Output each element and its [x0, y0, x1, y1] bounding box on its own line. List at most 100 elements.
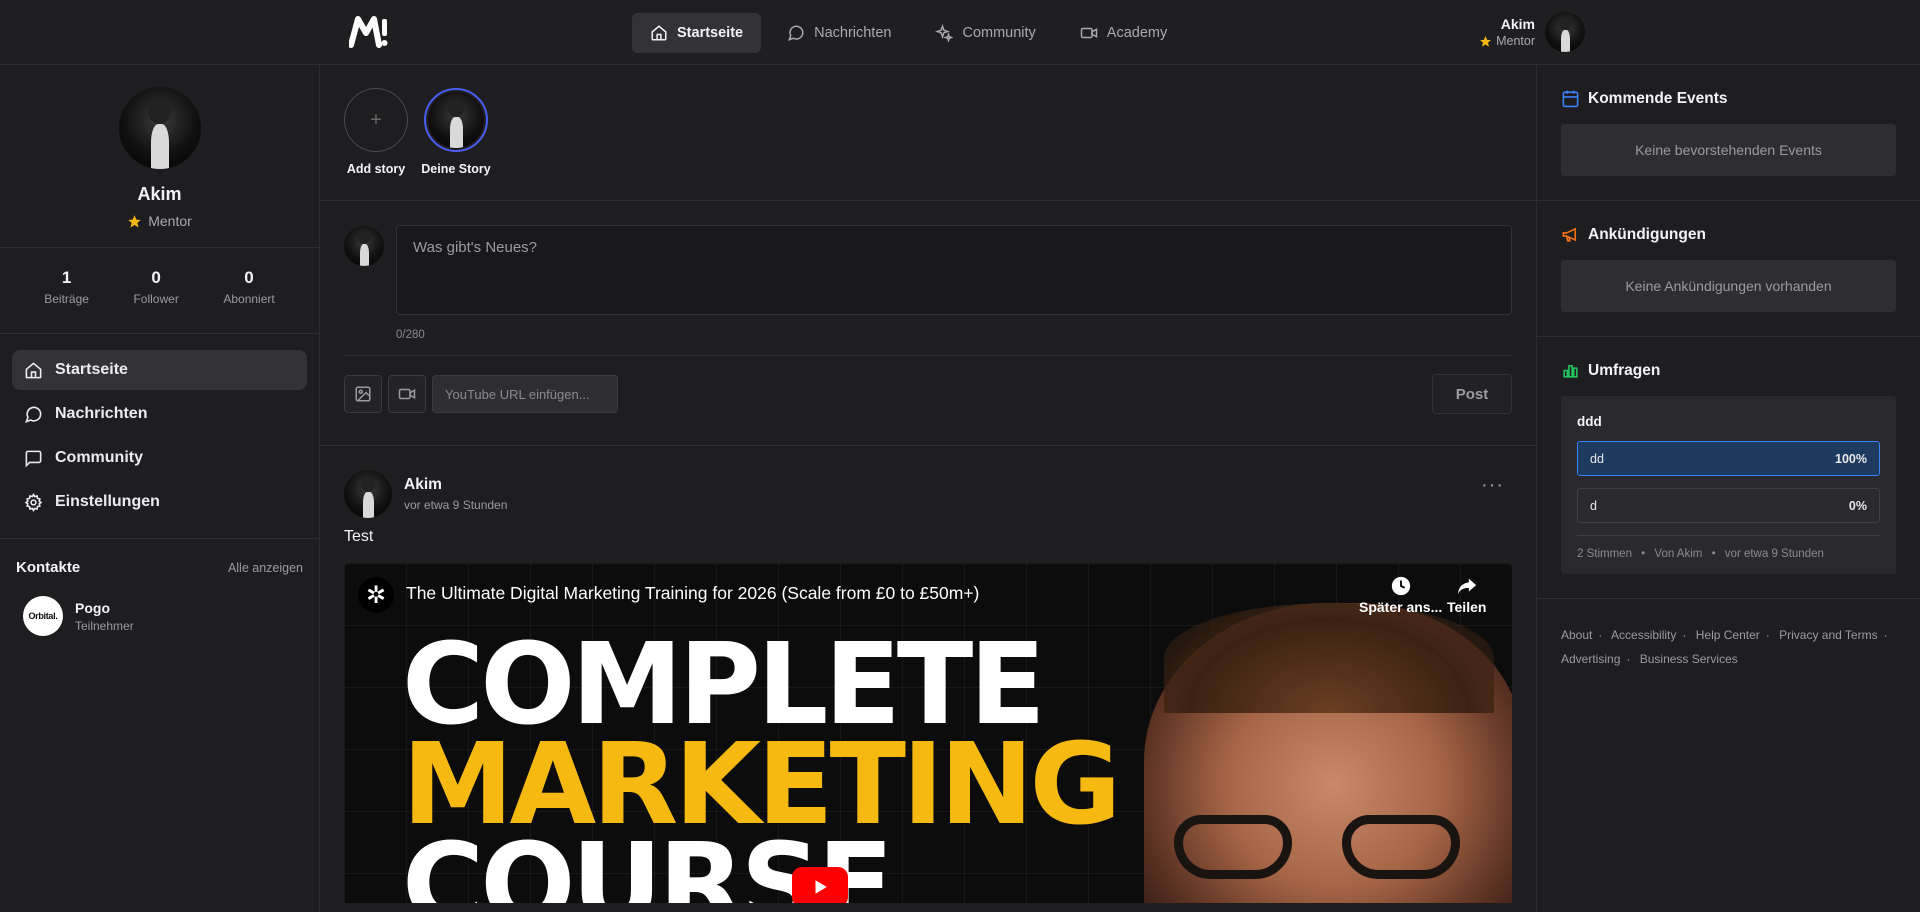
polls-panel: Umfragen ddd dd 100% d 0% 2 Stimmen • Vo…	[1537, 337, 1920, 599]
more-options-icon[interactable]: ···	[1481, 474, 1504, 497]
char-counter: 0/280	[396, 329, 425, 341]
image-icon	[355, 386, 371, 402]
own-story[interactable]: Deine Story	[421, 88, 491, 200]
nav-label: Community	[962, 25, 1036, 41]
nav-academy[interactable]: Academy	[1062, 13, 1185, 53]
stat-followers[interactable]: 0 Follower	[133, 268, 178, 333]
user-menu[interactable]: Akim Mentor	[1479, 12, 1585, 52]
poll-option-label: dd	[1590, 451, 1604, 466]
share-icon	[1457, 578, 1476, 595]
main-nav: Startseite Nachrichten Community Academy	[632, 13, 1185, 53]
calendar-icon	[1562, 90, 1579, 108]
watch-later-button[interactable]: Später ans...	[1359, 575, 1442, 615]
profile-name[interactable]: Akim	[0, 184, 319, 205]
channel-logo-icon[interactable]: ✲	[358, 577, 394, 613]
play-button[interactable]	[792, 867, 848, 903]
feed: + Add story Deine Story Was gibt's Neues…	[320, 65, 1536, 912]
stat-value: 0	[244, 268, 254, 287]
footer-link-accessibility[interactable]: Accessibility	[1611, 628, 1676, 642]
footer-link-help[interactable]: Help Center	[1696, 628, 1760, 642]
poll-votes: 2 Stimmen	[1577, 548, 1632, 560]
sidebar-item-label: Einstellungen	[55, 493, 160, 510]
play-icon	[815, 880, 827, 894]
story-ring[interactable]	[424, 88, 488, 152]
avatar[interactable]	[1545, 12, 1585, 52]
share-button[interactable]: Teilen	[1447, 575, 1486, 615]
sidebar-item-community[interactable]: Community	[12, 438, 307, 478]
sidebar-item-label: Nachrichten	[55, 405, 148, 422]
contact-role: Teilnehmer	[75, 618, 134, 633]
user-role: Mentor	[1479, 34, 1535, 48]
add-story[interactable]: + Add story	[344, 88, 408, 200]
nav-community[interactable]: Community	[917, 13, 1053, 53]
star-icon	[1480, 35, 1492, 47]
user-role-label: Mentor	[1496, 34, 1535, 48]
nav-label: Startseite	[677, 25, 744, 41]
post-button[interactable]: Post	[1432, 374, 1512, 414]
footer-link-about[interactable]: About	[1561, 628, 1592, 642]
profile-role: Mentor	[0, 213, 319, 229]
poll-option-percent: 100%	[1835, 451, 1867, 466]
profile-stats: 1 Beiträge 0 Follower 0 Abonniert	[0, 248, 319, 334]
add-image-button[interactable]	[344, 375, 382, 413]
post-avatar[interactable]	[344, 470, 392, 518]
profile-avatar[interactable]	[118, 87, 201, 169]
user-name: Akim	[1500, 16, 1535, 32]
footer-link-privacy[interactable]: Privacy and Terms	[1779, 628, 1877, 642]
show-all-contacts-link[interactable]: Alle anzeigen	[228, 561, 303, 575]
lens-right	[1342, 815, 1460, 879]
poll-question: ddd	[1577, 414, 1602, 429]
sidebar-item-label: Startseite	[55, 361, 128, 378]
poll-option[interactable]: dd 100%	[1577, 441, 1880, 476]
video-icon	[1080, 27, 1098, 39]
post-card: Akim vor etwa 9 Stunden ··· Test COMPLET…	[320, 446, 1536, 903]
top-bar: Startseite Nachrichten Community Academy…	[0, 0, 1920, 65]
story-label: Add story	[346, 162, 406, 176]
star-icon	[128, 214, 141, 227]
stat-following[interactable]: 0 Abonniert	[223, 268, 274, 333]
sidebar-item-einstellungen[interactable]: Einstellungen	[12, 482, 307, 522]
events-empty: Keine bevorstehenden Events	[1561, 124, 1896, 176]
post-text: Test	[344, 528, 374, 545]
nav-label: Nachrichten	[814, 25, 892, 41]
footer-link-business[interactable]: Business Services	[1640, 652, 1738, 666]
video-icon	[398, 388, 416, 400]
youtube-url-input[interactable]: YouTube URL einfügen...	[432, 375, 618, 413]
plus-icon[interactable]: +	[344, 88, 408, 152]
contact-avatar: Orbital.	[23, 596, 63, 636]
announcements-title: Ankündigungen	[1588, 225, 1706, 243]
avatar	[344, 226, 384, 266]
poll-meta: 2 Stimmen • Von Akim • vor etwa 9 Stunde…	[1577, 535, 1880, 560]
sidebar-nav: Startseite Nachrichten Community Einstel…	[0, 334, 319, 539]
stat-value: 1	[61, 268, 72, 287]
sidebar-item-startseite[interactable]: Startseite	[12, 350, 307, 390]
watch-later-label: Später ans...	[1359, 599, 1443, 615]
profile-card: Akim Mentor	[0, 65, 319, 248]
sparkles-icon	[935, 24, 954, 42]
sidebar-item-label: Community	[55, 449, 143, 466]
logo-icon[interactable]	[349, 15, 389, 49]
lens-left	[1174, 815, 1292, 879]
nav-startseite[interactable]: Startseite	[632, 13, 762, 53]
post-input[interactable]: Was gibt's Neues?	[396, 225, 1512, 315]
events-panel: Kommende Events Keine bevorstehenden Eve…	[1537, 65, 1920, 201]
avatar	[428, 92, 484, 148]
stat-posts[interactable]: 1 Beiträge	[44, 268, 89, 333]
home-icon	[25, 361, 42, 378]
youtube-embed[interactable]: COMPLETE MARKETING COURSE ✲ The Ultimate…	[344, 563, 1512, 903]
sidebar-item-nachrichten[interactable]: Nachrichten	[12, 394, 307, 434]
add-video-button[interactable]	[388, 375, 426, 413]
footer-link-advertising[interactable]: Advertising	[1561, 652, 1620, 666]
chat-icon	[788, 25, 804, 42]
polls-title: Umfragen	[1588, 361, 1661, 379]
announcements-empty: Keine Ankündigungen vorhanden	[1561, 260, 1896, 312]
message-square-icon	[25, 450, 42, 468]
contact-item[interactable]: Orbital. Pogo Teilnehmer	[16, 596, 303, 636]
post-author[interactable]: Akim	[404, 476, 507, 494]
gear-icon	[24, 492, 43, 512]
nav-nachrichten[interactable]: Nachrichten	[769, 13, 909, 53]
post-composer: Was gibt's Neues? 0/280 YouTube URL einf…	[320, 201, 1536, 446]
poll-option[interactable]: d 0%	[1577, 488, 1880, 523]
video-title[interactable]: The Ultimate Digital Marketing Training …	[406, 583, 979, 604]
chat-icon	[25, 406, 42, 423]
